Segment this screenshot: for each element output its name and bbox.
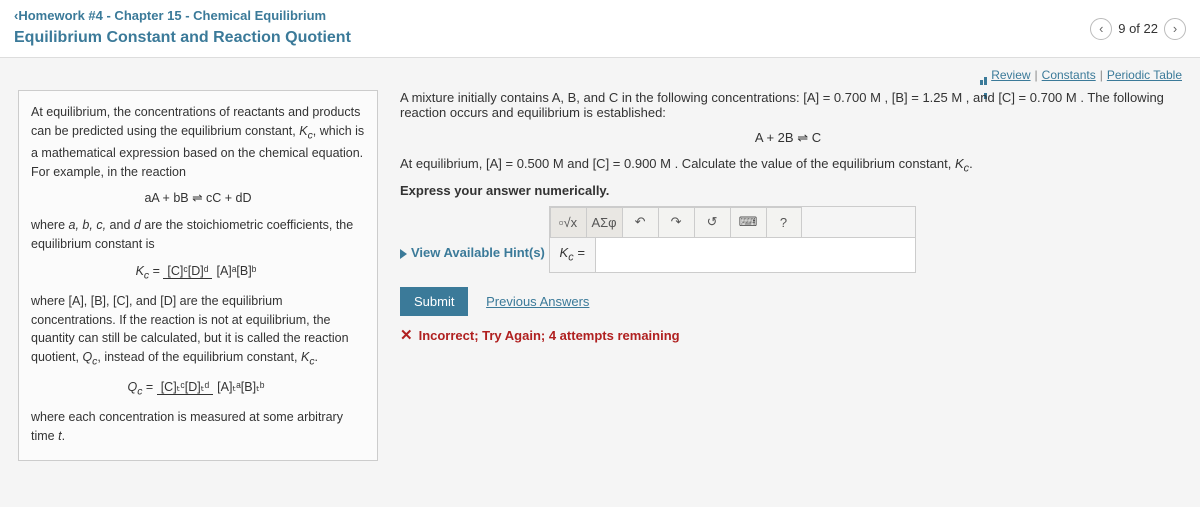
- theory-p1: At equilibrium, the concentrations of re…: [31, 103, 365, 181]
- question-panel: A mixture initially contains A, B, and C…: [394, 90, 1182, 461]
- symbols-tool[interactable]: ΑΣφ: [586, 207, 622, 237]
- constants-link[interactable]: Constants: [1042, 68, 1096, 82]
- bars-icon: [977, 71, 988, 80]
- page-title: Equilibrium Constant and Reaction Quotie…: [14, 29, 1186, 47]
- question-intro: A mixture initially contains A, B, and C…: [400, 90, 1176, 120]
- back-link[interactable]: ‹Homework #4 - Chapter 15 - Chemical Equ…: [14, 8, 1186, 23]
- previous-answers-link[interactable]: Previous Answers: [486, 294, 589, 309]
- theory-p3: where [A], [B], [C], and [D] are the equ…: [31, 292, 365, 370]
- answer-toolbar: ▫√x ΑΣφ ↶ ↷ ↺ ⌨ ?: [550, 207, 915, 237]
- feedback-message: ✕Incorrect; Try Again; 4 attempts remain…: [400, 326, 1176, 344]
- template-tool[interactable]: ▫√x: [550, 207, 586, 237]
- undo-button[interactable]: ↶: [622, 207, 658, 237]
- hints-toggle[interactable]: View Available Hint(s): [400, 245, 545, 260]
- submit-button[interactable]: Submit: [400, 287, 468, 316]
- pager-label: 9 of 22: [1118, 21, 1158, 36]
- next-button[interactable]: ›: [1164, 18, 1186, 40]
- reaction-equation: A + 2B ⇌ C: [400, 130, 1176, 146]
- action-row: Submit Previous Answers: [400, 287, 1176, 316]
- header: ‹ Homework #4 - Chapter 15 - Chemical Equ…: [0, 0, 1200, 58]
- theory-panel: At equilibrium, the concentrations of re…: [18, 90, 378, 461]
- answer-box: ▫√x ΑΣφ ↶ ↷ ↺ ⌨ ? Kc =: [549, 206, 916, 273]
- main: At equilibrium, the concentrations of re…: [0, 82, 1200, 479]
- answer-input-row: Kc =: [550, 237, 915, 272]
- answer-input[interactable]: [595, 238, 915, 272]
- equation-1: aA + bB ⇌ cC + dD: [31, 189, 365, 208]
- incorrect-x-icon: ✕: [400, 327, 413, 344]
- review-link[interactable]: Review: [991, 68, 1030, 82]
- theory-p4: where each concentration is measured at …: [31, 408, 365, 446]
- prev-button[interactable]: ‹: [1090, 18, 1112, 40]
- theory-p2: where a, b, c, and d are the stoichiomet…: [31, 216, 365, 254]
- qc-formula: Qc = [C]ₜᶜ[D]ₜᵈ[A]ₜᵃ[B]ₜᵇ: [31, 378, 365, 400]
- redo-button[interactable]: ↷: [658, 207, 694, 237]
- reset-button[interactable]: ↺: [694, 207, 730, 237]
- periodic-link[interactable]: Periodic Table: [1107, 68, 1182, 82]
- pager: ‹ 9 of 22 ›: [1090, 18, 1186, 40]
- help-button[interactable]: ?: [766, 207, 802, 237]
- triangle-right-icon: [400, 249, 407, 259]
- express-instruction: Express your answer numerically.: [400, 183, 1176, 198]
- equilibrium-info: At equilibrium, [A] = 0.500 M and [C] = …: [400, 156, 1176, 175]
- back-link-text: Homework #4 - Chapter 15 - Chemical Equi…: [18, 8, 326, 23]
- top-links: Review|Constants|Periodic Table: [0, 58, 1200, 82]
- keyboard-button[interactable]: ⌨: [730, 207, 766, 237]
- answer-label: Kc =: [550, 245, 595, 264]
- kc-formula: Kc = [C]ᶜ[D]ᵈ[A]ᵃ[B]ᵇ: [31, 262, 365, 284]
